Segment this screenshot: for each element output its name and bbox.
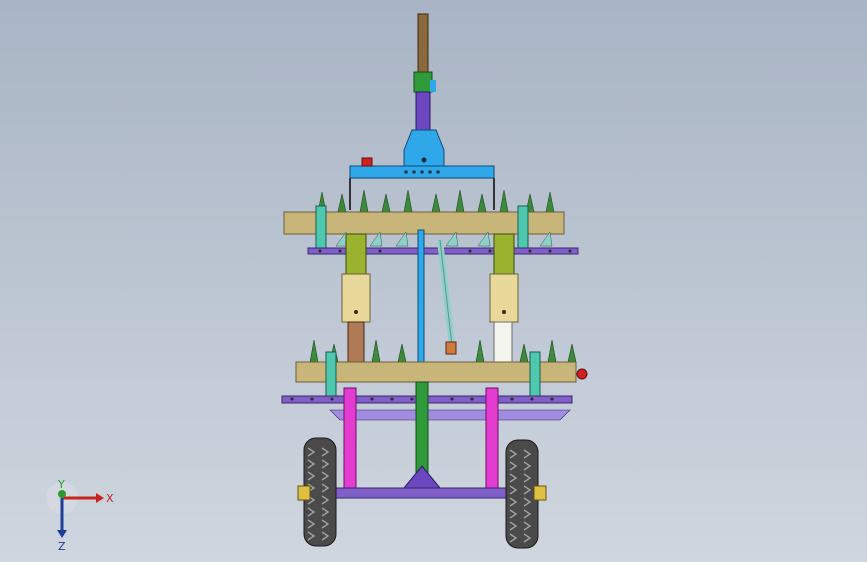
left-post bbox=[341, 233, 371, 363]
upper-frame bbox=[349, 157, 495, 210]
red-indicator bbox=[361, 157, 373, 167]
z-axis-label: Z bbox=[58, 540, 66, 553]
y-axis-dot bbox=[58, 490, 66, 498]
cad-viewport[interactable]: X Y Z bbox=[0, 0, 867, 562]
lower-beam bbox=[295, 351, 588, 397]
x-axis-label: X bbox=[106, 492, 114, 505]
top-mast bbox=[413, 13, 436, 133]
left-wheel bbox=[297, 437, 337, 547]
z-axis-head bbox=[57, 530, 67, 538]
right-wheel bbox=[505, 439, 547, 549]
y-axis-label: Y bbox=[57, 478, 65, 491]
right-post bbox=[489, 233, 519, 363]
axis-triad: X Y Z bbox=[46, 478, 114, 553]
x-axis-head bbox=[96, 493, 104, 503]
cultivator-3d-model[interactable] bbox=[0, 0, 867, 562]
